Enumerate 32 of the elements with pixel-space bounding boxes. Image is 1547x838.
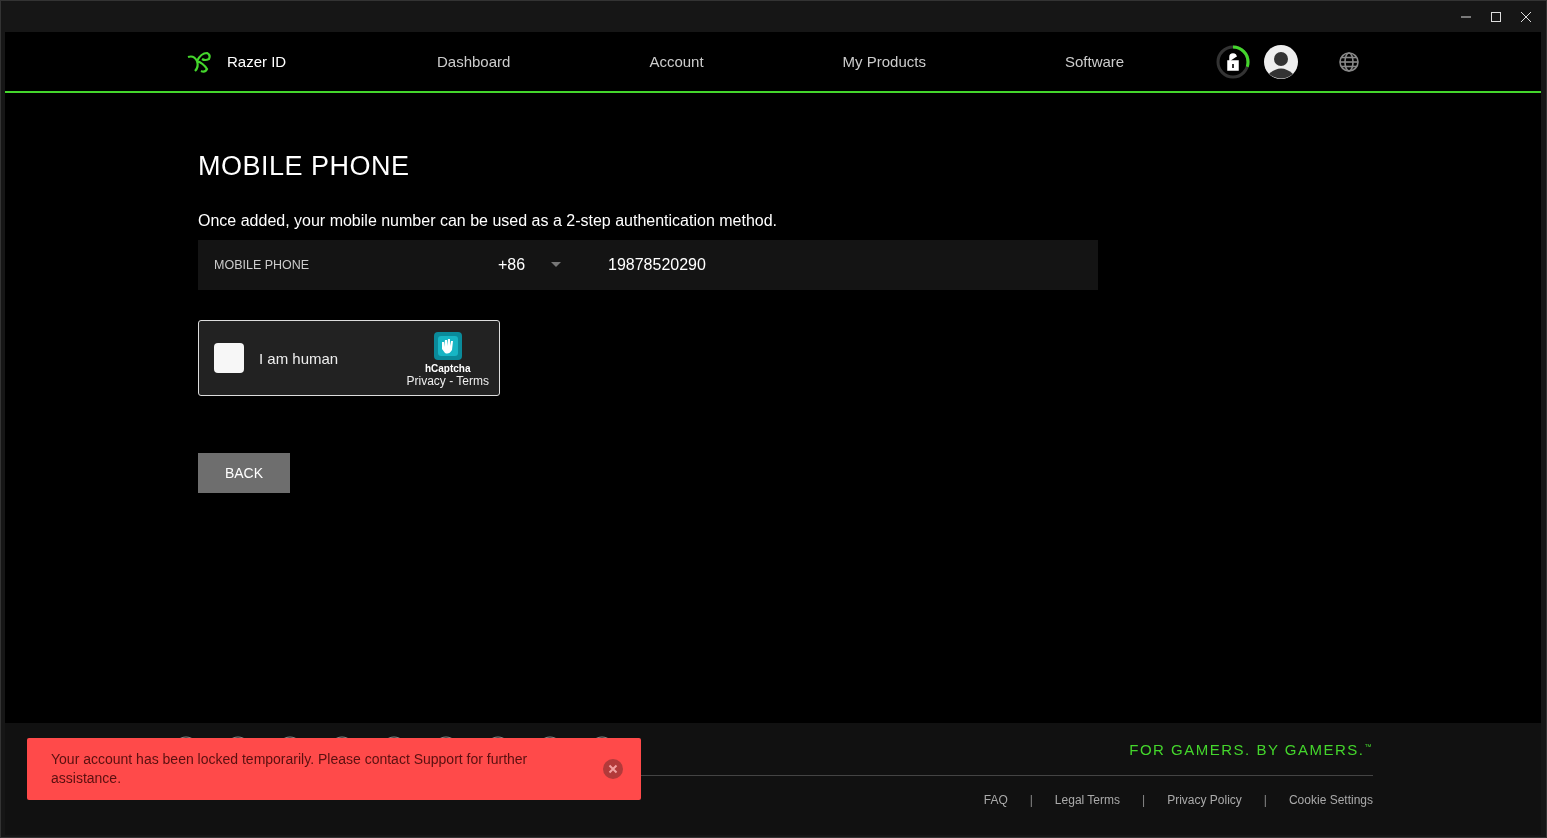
captcha-brand: hCaptcha [424,362,471,374]
separator-text: | [1141,793,1147,807]
slogan-text: FOR GAMERS. BY GAMERS.$^{™}$ [1129,740,1373,758]
toast-message: Your account has been locked temporarily. Please contact Support for further assistance. [51,750,529,788]
captcha-checkbox[interactable] [214,343,244,373]
maximize-icon[interactable] [1490,10,1502,23]
close-icon[interactable] [1520,10,1532,23]
globe-icon[interactable] [1338,50,1361,73]
separator-text: | [1262,793,1268,807]
brand-name[interactable]: Razer ID [227,53,437,70]
footer-link[interactable]: Cookie Settings [1288,793,1373,807]
nav-link[interactable]: My Products [842,53,926,70]
back-button[interactable]: BACK [198,453,290,493]
separator-text: | [1028,793,1034,807]
footer-link[interactable]: FAQ [983,793,1008,807]
nav-link[interactable]: Account [649,53,704,70]
caret-icon [551,262,562,268]
separator-text: - [449,373,454,388]
checkbox-label: I am human [259,349,340,367]
phone-field[interactable]: MOBILE PHONE +86 19878520290 [198,240,1098,290]
description-text: Once added, your mobile number can be used as a 2-step authentication method. [198,212,779,230]
footer-link[interactable]: Privacy Policy [1167,793,1242,807]
avatar-icon[interactable] [1264,44,1299,79]
page-title: MOBILE PHONE [198,151,411,182]
nav-link[interactable]: Dashboard [437,53,511,70]
phone-number-input[interactable]: 19878520290 [608,256,706,274]
privacy-link[interactable]: Privacy [406,373,446,388]
terms-link[interactable]: Terms [456,373,489,388]
nav-link[interactable]: Software [1064,53,1125,70]
country-code-select[interactable]: +86 [498,256,608,274]
field-label: MOBILE PHONE [214,258,311,272]
footer-link[interactable]: Legal Terms [1054,793,1120,807]
